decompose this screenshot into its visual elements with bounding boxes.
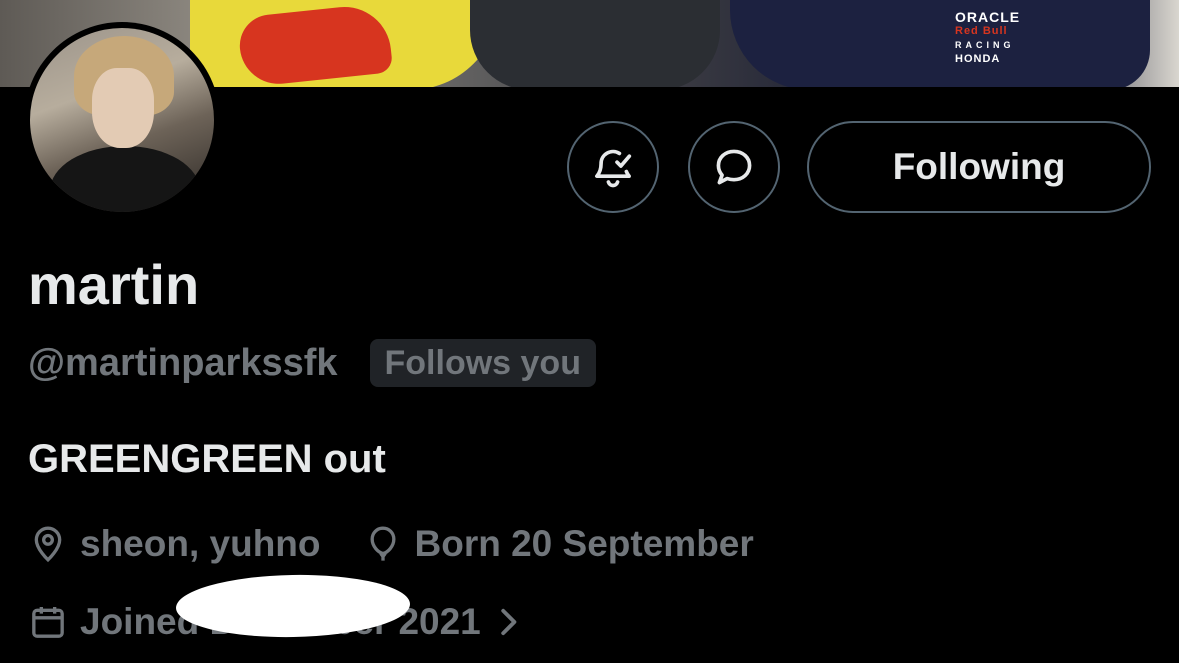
- profile-bio: GREENGREEN out: [28, 437, 386, 481]
- location-item: sheon, yuhno: [28, 523, 321, 565]
- location-text: sheon, yuhno: [80, 523, 321, 564]
- banner-racing-logo: ORACLE Red Bull RACING HONDA: [955, 9, 1021, 65]
- balloon-icon: [370, 526, 395, 561]
- chat-bubble-icon: [716, 149, 752, 185]
- chevron-right-icon: [501, 608, 517, 636]
- following-button[interactable]: Following: [807, 121, 1151, 213]
- birthday-text: Born 20 September: [414, 523, 754, 564]
- notifications-button[interactable]: [567, 121, 659, 213]
- follows-you-badge: Follows you: [369, 339, 596, 387]
- avatar-photo-body: [50, 146, 200, 212]
- message-button[interactable]: [688, 121, 780, 213]
- banner-person-3: [730, 0, 1150, 87]
- handle-row: @martinparkssfk Follows you: [28, 339, 596, 387]
- birthday-item: Born 20 September: [363, 523, 754, 565]
- profile-meta: sheon, yuhno Born 20 September: [28, 520, 754, 568]
- user-handle: @martinparkssfk: [28, 341, 338, 384]
- banner-person-2: [470, 0, 720, 87]
- avatar-photo: [30, 28, 214, 212]
- calendar-icon: [32, 607, 64, 638]
- avatar[interactable]: [24, 22, 220, 218]
- display-name: martin: [28, 253, 200, 316]
- location-pin-icon: [34, 526, 62, 563]
- joined-year-text: 2021: [398, 601, 481, 642]
- bell-check-icon: [595, 149, 632, 188]
- avatar-photo-face: [92, 68, 154, 148]
